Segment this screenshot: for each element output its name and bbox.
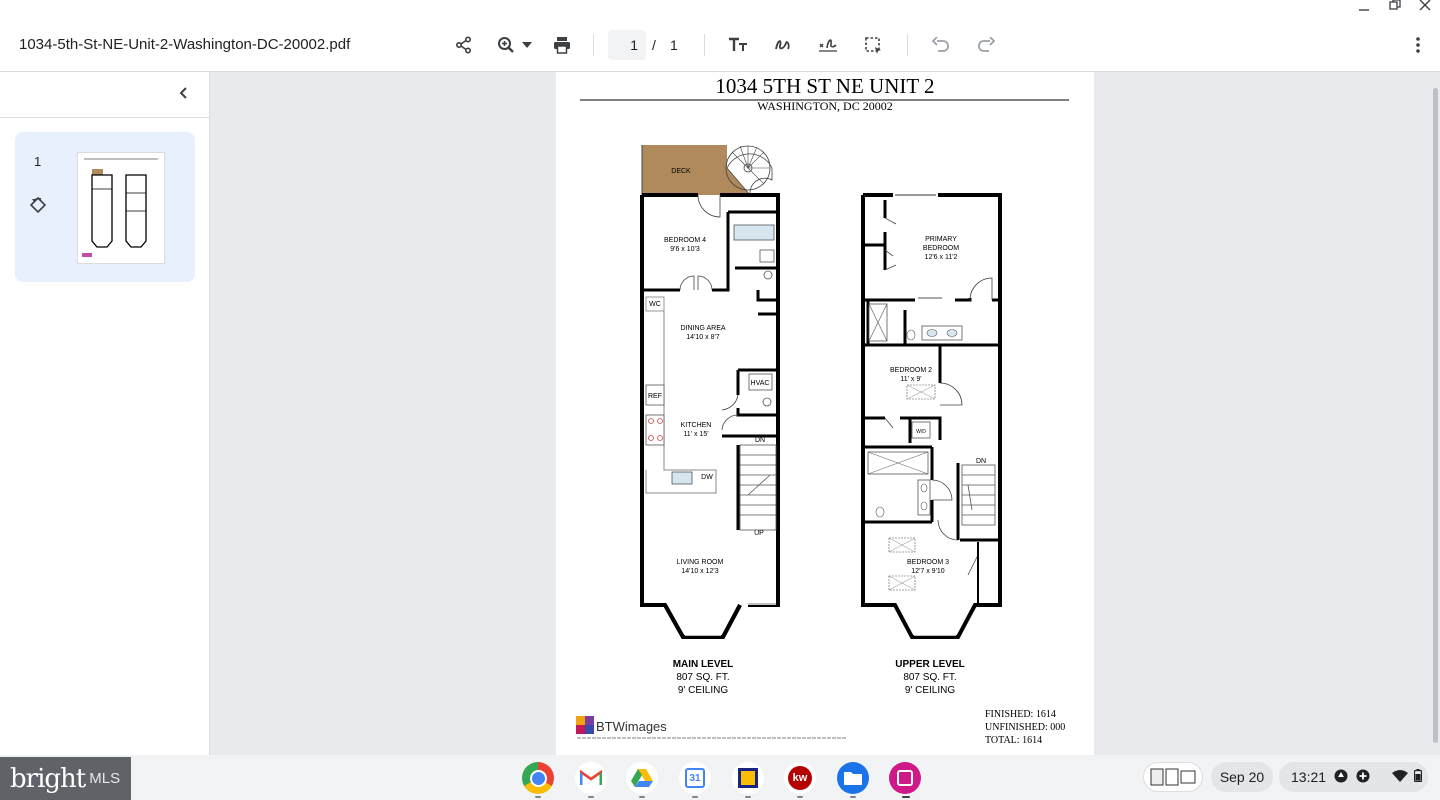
label-dining-dim: 14'10 x 8'7	[686, 334, 720, 341]
main-level-sqft: 807 SQ. FT.	[676, 672, 729, 683]
minimize-icon[interactable]	[1358, 0, 1370, 16]
notification-icon	[1334, 769, 1348, 786]
photos-viewer-app-icon[interactable]	[732, 762, 764, 794]
chrome-app-icon[interactable]	[522, 762, 554, 794]
toolbar-divider	[907, 34, 908, 56]
plan-subtitle: WASHINGTON, DC 20002	[757, 99, 892, 113]
text-annotation-icon[interactable]	[724, 31, 752, 59]
main-level-ceiling: 9' CEILING	[678, 685, 728, 696]
upper-level-sqft: 807 SQ. FT.	[903, 672, 956, 683]
print-icon[interactable]	[548, 31, 576, 59]
label-bedroom-2: BEDROOM 2	[890, 367, 932, 374]
restore-icon[interactable]	[1389, 0, 1401, 14]
plan-title: 1034 5TH ST NE UNIT 2	[715, 74, 934, 98]
label-bedroom-4: BEDROOM 4	[664, 237, 706, 244]
date-tray[interactable]: Sep 20	[1211, 762, 1273, 792]
status-tray[interactable]: 13:21	[1279, 762, 1428, 792]
total-sqft: TOTAL: 1614	[985, 735, 1042, 746]
label-bedroom-2-dim: 11' x 9'	[900, 376, 921, 383]
label-dw: DW	[701, 474, 713, 481]
page-total: 1	[670, 37, 678, 53]
label-upper-dn: DN	[976, 458, 986, 465]
running-indicator	[535, 796, 541, 798]
share-icon[interactable]	[450, 31, 478, 59]
label-deck: DECK	[671, 168, 691, 175]
redo-icon[interactable]	[972, 31, 1000, 59]
rotate-icon[interactable]	[29, 196, 47, 219]
calendar-app-icon[interactable]: 31	[679, 762, 711, 794]
label-wc: WC	[649, 301, 661, 308]
running-indicator	[692, 796, 698, 798]
signature-icon[interactable]	[814, 31, 842, 59]
unfinished-sqft: UNFINISHED: 000	[985, 722, 1065, 733]
label-dining: DINING AREA	[680, 325, 725, 332]
label-hvac: HVAC	[751, 380, 770, 387]
drive-app-icon[interactable]	[626, 762, 658, 794]
label-wd: W/D	[916, 429, 926, 435]
battery-icon	[1413, 769, 1423, 785]
clock: 13:21	[1291, 769, 1327, 785]
undo-icon[interactable]	[927, 31, 955, 59]
label-living-dim: 14'10 x 12'3	[681, 568, 718, 575]
label-kitchen-dim: 11' x 15'	[683, 431, 708, 438]
label-bedroom-3-dim: 12'7 x 9'10	[911, 568, 945, 575]
thumbnail-page-number: 1	[34, 154, 42, 169]
pdf-toolbar: 1034-5th-St-NE-Unit-2-Washington-DC-2000…	[0, 0, 1440, 72]
thumbnail-sidebar: 1	[0, 72, 210, 755]
files-app-icon[interactable]	[837, 762, 869, 794]
running-indicator	[850, 796, 856, 798]
collapse-sidebar-icon[interactable]	[178, 86, 188, 105]
close-icon[interactable]	[1419, 0, 1431, 14]
main-level-plan: DECK BEDROOM 4 9'6 x 10'3 WC DINING AREA…	[640, 145, 780, 696]
toolbar-divider	[704, 34, 705, 56]
page-number-input[interactable]: 1	[608, 30, 646, 60]
label-ref: REF	[648, 393, 662, 400]
finished-sqft: FINISHED: 1614	[985, 709, 1056, 720]
running-indicator	[797, 796, 803, 798]
upper-level-title: UPPER LEVEL	[895, 659, 964, 670]
label-primary-dim: 12'6 x 11'2	[925, 254, 958, 261]
label-primary-2: BEDROOM	[923, 245, 959, 252]
page-thumbnail-image[interactable]	[77, 152, 165, 264]
gmail-app-icon[interactable]	[575, 762, 607, 794]
active-app-indicator	[902, 796, 910, 798]
label-primary-1: PRIMARY	[925, 236, 957, 243]
upper-level-ceiling: 9' CEILING	[905, 685, 955, 696]
label-living: LIVING ROOM	[677, 559, 724, 566]
page-thumbnail-card[interactable]: 1	[15, 132, 195, 282]
running-indicator	[745, 796, 751, 798]
btwimages-logo: BTWimages	[576, 716, 847, 739]
pdf-page: 1034 5TH ST NE UNIT 2 WASHINGTON, DC 200…	[556, 72, 1094, 755]
label-bedroom-3: BEDROOM 3	[907, 559, 949, 566]
select-area-icon[interactable]	[859, 31, 887, 59]
toolbar-divider	[593, 34, 594, 56]
wifi-icon	[1392, 769, 1409, 785]
sidebar-divider	[0, 117, 209, 118]
kw-app-icon[interactable]: kw	[784, 762, 816, 794]
label-dn: DN	[755, 437, 765, 444]
file-name: 1034-5th-St-NE-Unit-2-Washington-DC-2000…	[19, 36, 351, 53]
label-up: UP	[754, 530, 764, 537]
label-bedroom-4-dim: 9'6 x 10'3	[670, 246, 700, 253]
label-kitchen: KITCHEN	[681, 422, 712, 429]
gallery-app-icon[interactable]	[889, 762, 921, 794]
main-level-title: MAIN LEVEL	[673, 659, 734, 670]
upper-level-plan: PRIMARY BEDROOM 12'6 x 11'2 BEDROOM 2 11…	[861, 193, 1002, 696]
brand-name: BTWimages	[596, 719, 667, 734]
vertical-scrollbar[interactable]	[1433, 88, 1438, 743]
bright-mls-watermark: bright MLS	[0, 757, 131, 800]
running-indicator	[639, 796, 645, 798]
more-options-icon[interactable]	[1404, 31, 1432, 59]
draw-icon[interactable]	[769, 31, 797, 59]
page-separator: /	[652, 37, 656, 53]
holding-space-tray[interactable]	[1143, 762, 1203, 792]
zoom-dropdown-icon[interactable]	[516, 31, 538, 59]
add-notification-icon	[1356, 769, 1370, 786]
running-indicator	[588, 796, 594, 798]
